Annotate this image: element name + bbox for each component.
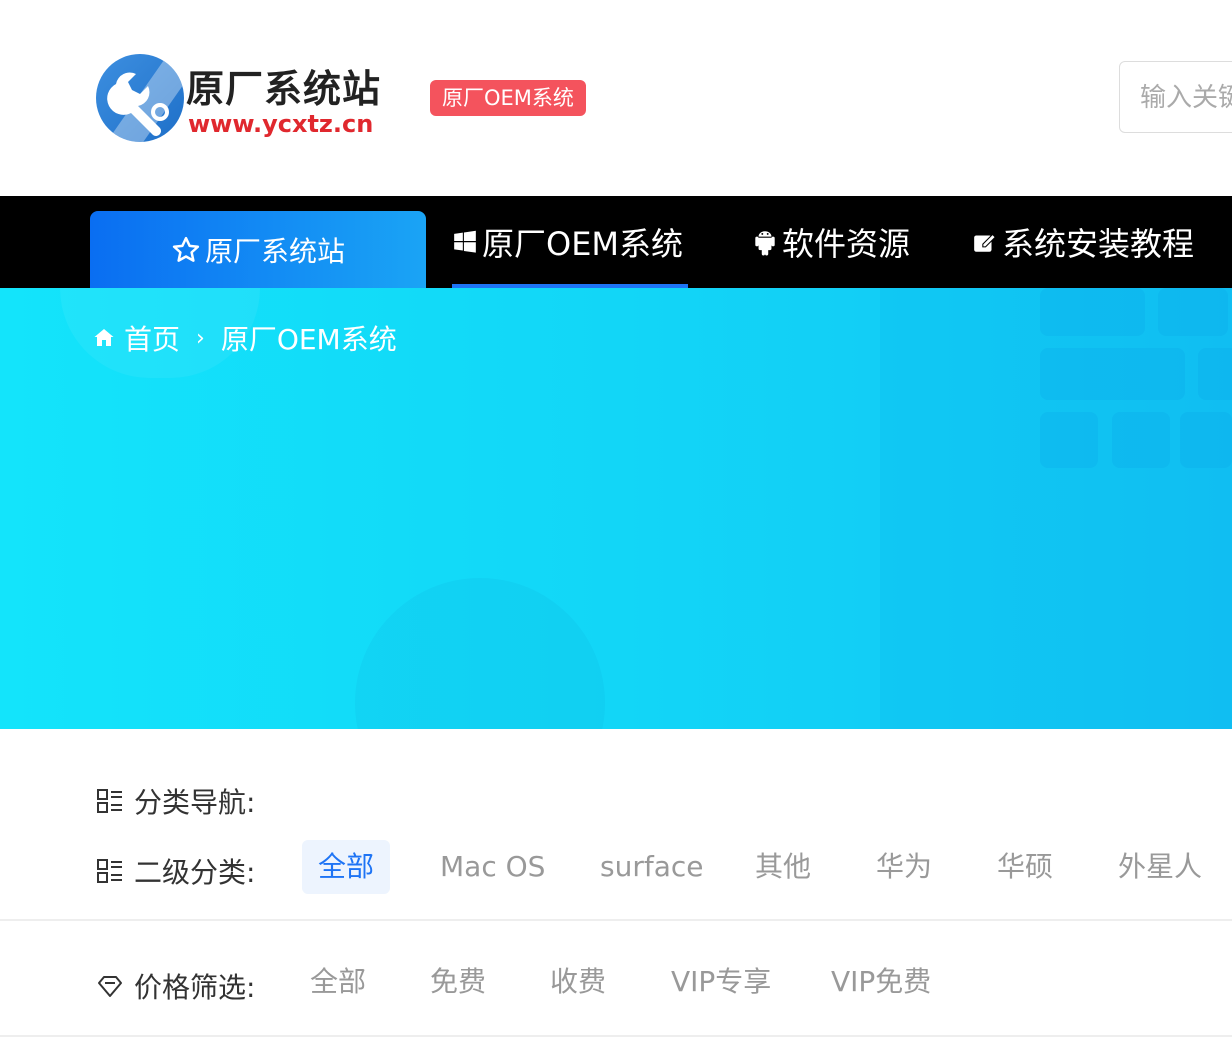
category-nav-label: 分类导航: — [134, 786, 256, 819]
nav-tutorial-label: 系统安装教程 — [1002, 225, 1195, 263]
site-logo[interactable]: 原厂系统站 www.ycxtz.cn — [96, 52, 386, 144]
price-option-paid[interactable]: 收费 — [534, 955, 622, 1009]
subcategory-option-alienware[interactable]: 外星人 — [1102, 840, 1218, 894]
subcategory-option-asus[interactable]: 华硕 — [981, 840, 1069, 894]
logo-title: 原厂系统站 — [186, 67, 382, 111]
filter-panel: 分类导航: 二级分类: 全部 Mac OS surface 其他 华为 华硕 外… — [0, 729, 1232, 1038]
breadcrumb-current[interactable]: 原厂OEM系统 — [221, 318, 397, 358]
nav-home-label: 原厂系统站 — [204, 234, 345, 268]
nav-item-software[interactable]: 软件资源 — [752, 196, 910, 288]
search-input[interactable] — [1140, 80, 1232, 116]
wrench-logo-icon — [96, 54, 184, 142]
list-icon — [96, 857, 124, 885]
subcategory-label: 二级分类: — [134, 856, 256, 889]
price-filter-row: 价格筛选: — [96, 966, 255, 1006]
subcategory-row: 二级分类: — [96, 851, 255, 891]
price-option-vip-free[interactable]: VIP免费 — [815, 955, 947, 1009]
category-nav-row: 分类导航: — [96, 781, 255, 821]
logo-url: www.ycxtz.cn — [188, 110, 374, 138]
banner-decoration — [355, 578, 605, 729]
breadcrumb: 首页 › 原厂OEM系统 — [92, 318, 397, 358]
subcategory-option-macos[interactable]: Mac OS — [424, 840, 561, 894]
keyboard-image — [880, 288, 1232, 729]
nav-item-oem[interactable]: 原厂OEM系统 — [452, 196, 683, 288]
subcategory-option-other[interactable]: 其他 — [739, 840, 827, 894]
price-option-all[interactable]: 全部 — [294, 955, 382, 1009]
breadcrumb-separator: › — [196, 325, 205, 351]
nav-item-home[interactable]: 原厂系统站 — [90, 211, 426, 288]
nav-item-tutorial[interactable]: 系统安装教程 — [972, 196, 1194, 288]
price-option-free[interactable]: 免费 — [414, 955, 502, 1009]
nav-software-label: 软件资源 — [782, 225, 911, 263]
main-nav: 原厂系统站 原厂OEM系统 软件资源 系统安装教程 — [0, 196, 1232, 288]
breadcrumb-home[interactable]: 首页 — [124, 318, 180, 358]
subcategory-option-all[interactable]: 全部 — [302, 840, 391, 894]
list-icon — [96, 787, 124, 815]
star-icon — [171, 235, 201, 265]
divider — [0, 919, 1232, 921]
divider — [0, 1035, 1232, 1037]
nav-oem-label: 原厂OEM系统 — [482, 225, 684, 263]
site-header: 原厂系统站 www.ycxtz.cn 原厂OEM系统 — [0, 0, 1232, 196]
subcategory-option-huawei[interactable]: 华为 — [860, 840, 948, 894]
diamond-icon — [96, 972, 124, 1000]
home-icon — [92, 326, 116, 350]
price-option-vip-exclusive[interactable]: VIP专享 — [655, 955, 787, 1009]
pen-square-icon — [972, 229, 998, 255]
android-icon — [752, 228, 778, 256]
search-box[interactable] — [1119, 61, 1232, 133]
price-filter-label: 价格筛选: — [134, 971, 256, 1004]
hero-banner: 首页 › 原厂OEM系统 — [0, 288, 1232, 729]
windows-icon — [452, 229, 478, 255]
subcategory-option-surface[interactable]: surface — [584, 840, 719, 894]
category-badge[interactable]: 原厂OEM系统 — [430, 80, 586, 116]
